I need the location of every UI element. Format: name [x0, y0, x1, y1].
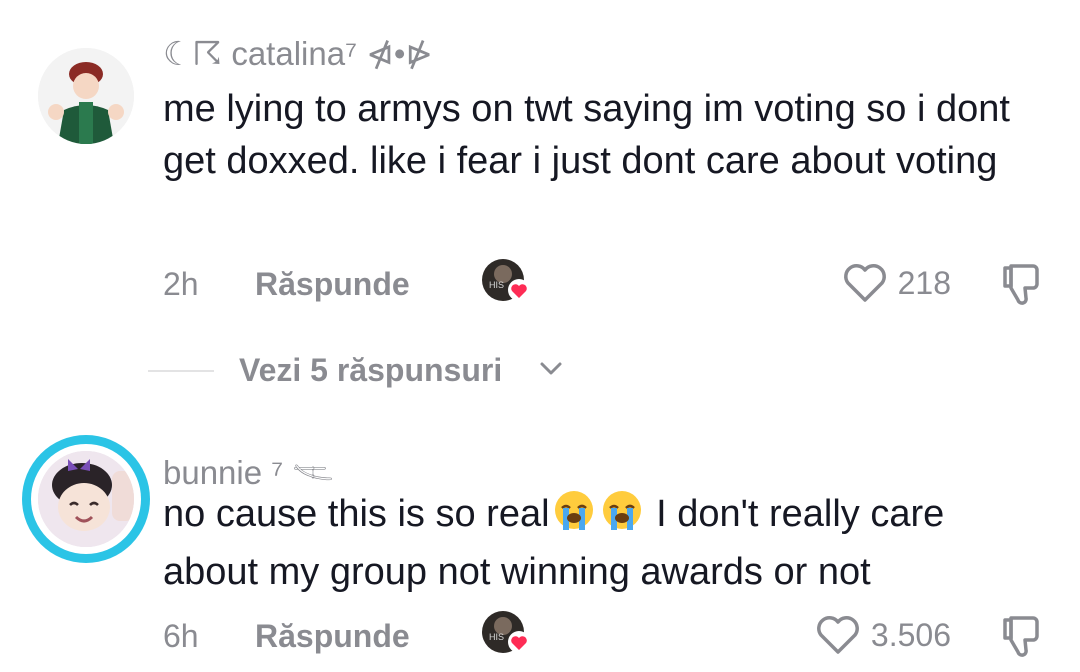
comment-text: no cause this is so real I don't really … [163, 488, 1043, 598]
reply-button[interactable]: Răspunde [255, 618, 410, 655]
thumbs-down-icon [1003, 616, 1039, 657]
dislike-button[interactable] [997, 612, 1043, 666]
comment-text-part: no cause this is so real [163, 493, 550, 535]
comment-item: bunnie ⁷ 𓌻 no cause this is so real I do… [0, 0, 1080, 672]
svg-text:HIS: HIS [489, 632, 504, 642]
like-count: 3.506 [870, 616, 951, 653]
like-button[interactable]: 3.506 [815, 614, 951, 656]
comment-time: 6h [163, 618, 199, 654]
avatar [38, 451, 134, 547]
comment-meta: 6h Răspunde HIS 3.506 [163, 610, 1043, 658]
avatar-image [38, 451, 134, 547]
creator-liked-badge: HIS [481, 610, 530, 658]
loudly-crying-face-icon [550, 488, 598, 546]
heart-outline-icon [817, 616, 859, 654]
loudly-crying-face-icon [598, 488, 646, 546]
avatar-story-ring[interactable] [22, 435, 150, 563]
comment-username[interactable]: bunnie ⁷ 𓌻 [163, 440, 334, 495]
